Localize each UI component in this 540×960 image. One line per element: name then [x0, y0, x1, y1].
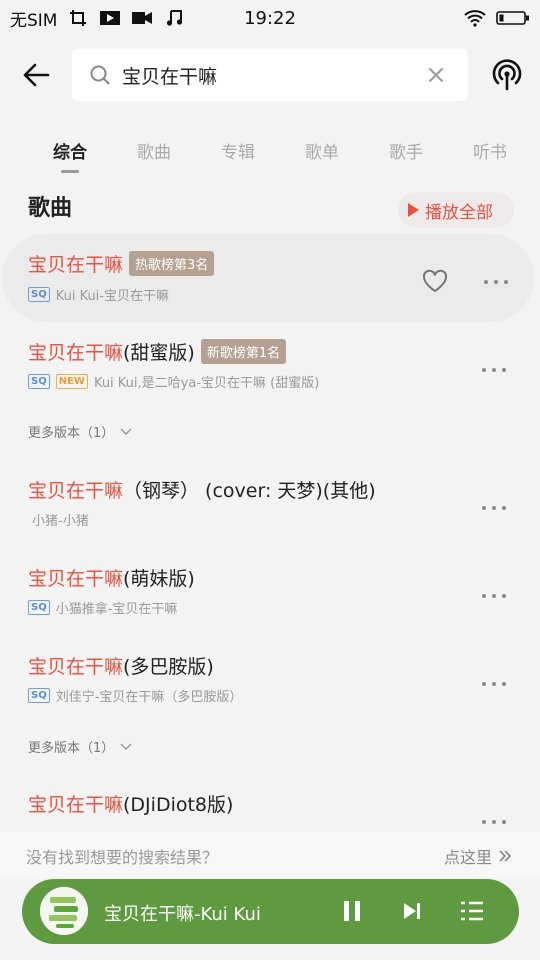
now-playing-title: 宝贝在干嘛-Kui Kui: [104, 904, 261, 925]
song-artist: 刘佳宁-宝贝在干嘛（多巴胺版）: [55, 690, 243, 705]
song-row[interactable]: 宝贝在干嘛 (DJiDiot8版): [0, 780, 540, 832]
sq-quality-badge: SQ: [28, 374, 50, 389]
song-row[interactable]: 宝贝在干嘛 (多巴胺版) SQ 刘佳宁-宝贝在干嘛（多巴胺版）: [0, 640, 540, 720]
tab-artists[interactable]: 歌手: [389, 138, 423, 163]
section-title: 歌曲: [28, 196, 73, 221]
play-all-button[interactable]: 播放全部: [398, 192, 514, 228]
song-row[interactable]: 宝贝在干嘛 (甜蜜版) 新歌榜第1名 SQ NEW Kui Kui,是二哈ya-…: [0, 324, 540, 412]
song-title-suffix: (甜蜜版): [123, 342, 195, 364]
double-chevron-right-icon: [499, 850, 512, 862]
video-play-icon: [99, 8, 121, 28]
next-button[interactable]: [398, 897, 426, 925]
song-title-match: 宝贝在干嘛: [28, 656, 124, 678]
battery-icon: [496, 8, 530, 28]
more-versions-toggle[interactable]: 更多版本（1）: [28, 422, 132, 441]
more-options-icon[interactable]: [482, 360, 506, 380]
tab-albums[interactable]: 专辑: [221, 138, 255, 163]
song-title-match: 宝贝在干嘛: [28, 480, 124, 502]
feedback-bar: 没有找到想要的搜索结果？ 点这里: [0, 832, 540, 878]
tab-audiobooks[interactable]: 听书: [473, 138, 507, 163]
more-options-icon[interactable]: [482, 498, 506, 518]
song-artist: Kui Kui-宝贝在干嘛: [55, 289, 169, 304]
sq-quality-badge: SQ: [28, 287, 50, 302]
tab-indicator: [61, 170, 79, 173]
clear-icon[interactable]: [424, 63, 448, 87]
search-icon: [88, 63, 112, 87]
feedback-text: 没有找到想要的搜索结果？: [26, 848, 219, 867]
arrow-left-icon: [23, 63, 50, 87]
video-camera-icon: [131, 8, 153, 28]
more-versions-label: 更多版本（1）: [28, 426, 115, 441]
heart-icon[interactable]: [422, 268, 448, 294]
song-artist: 小猫推拿-宝贝在干嘛: [55, 602, 178, 617]
song-artist: 小猪-小猪: [32, 514, 89, 529]
more-options-icon[interactable]: [482, 674, 506, 694]
more-versions-toggle[interactable]: 更多版本（1）: [28, 737, 132, 756]
song-title-suffix: (萌妹版): [123, 568, 195, 590]
song-title-suffix: (DJiDiot8版): [123, 794, 234, 816]
chart-rank-badge: 热歌榜第3名: [129, 251, 215, 276]
chevron-down-icon: [120, 427, 132, 435]
pause-icon: [344, 901, 360, 921]
feedback-link[interactable]: 点这里: [444, 844, 512, 868]
pause-button[interactable]: [338, 897, 366, 925]
playlist-icon: [461, 901, 483, 921]
play-all-label: 播放全部: [425, 202, 493, 223]
status-bar: 无SIM 19:22: [0, 0, 540, 36]
song-title-match: 宝贝在干嘛: [28, 794, 124, 816]
song-artist: Kui Kui,是二哈ya-宝贝在干嘛 (甜蜜版): [93, 376, 320, 391]
feedback-link-label: 点这里: [443, 848, 492, 867]
skip-next-icon: [404, 903, 420, 919]
tab-songs[interactable]: 歌曲: [137, 138, 171, 163]
screenshot-icon: [67, 8, 89, 28]
song-title-match: 宝贝在干嘛: [28, 342, 124, 364]
more-versions-label: 更多版本（1）: [28, 741, 115, 756]
tab-comprehensive[interactable]: 综合: [53, 138, 87, 163]
wifi-icon: [464, 8, 486, 28]
search-box[interactable]: [72, 49, 468, 101]
more-options-icon[interactable]: [482, 812, 506, 832]
album-cover[interactable]: [40, 887, 88, 935]
music-note-icon: [163, 8, 185, 28]
song-row[interactable]: 宝贝在干嘛 (萌妹版) SQ 小猫推拿-宝贝在干嘛: [0, 552, 540, 632]
new-badge: NEW: [55, 374, 88, 389]
chart-rank-badge: 新歌榜第1名: [200, 339, 287, 364]
song-title-suffix: （钢琴） (cover: 天梦)(其他): [123, 480, 376, 502]
cast-button[interactable]: [488, 56, 526, 94]
search-header: [0, 44, 540, 106]
chevron-down-icon: [120, 742, 132, 750]
song-title-match: 宝贝在干嘛: [28, 254, 124, 276]
category-tabs: 综合 歌曲 专辑 歌单 歌手 听书: [0, 130, 540, 176]
sq-quality-badge: SQ: [28, 600, 50, 615]
carrier-label: 无SIM: [10, 10, 58, 31]
song-title-suffix: (多巴胺版): [123, 656, 214, 678]
sq-quality-badge: SQ: [28, 688, 50, 703]
more-options-icon[interactable]: [484, 272, 508, 292]
search-input[interactable]: [122, 64, 412, 86]
song-title-match: 宝贝在干嘛: [28, 568, 124, 590]
tab-playlists[interactable]: 歌单: [305, 138, 339, 163]
more-options-icon[interactable]: [482, 586, 506, 606]
playlist-button[interactable]: [458, 897, 486, 925]
song-row[interactable]: 宝贝在干嘛 热歌榜第3名 SQ Kui Kui-宝贝在干嘛: [2, 234, 534, 322]
broadcast-icon: [492, 59, 522, 91]
play-icon: [408, 203, 419, 217]
mini-player[interactable]: 宝贝在干嘛-Kui Kui: [22, 879, 519, 944]
back-button[interactable]: [18, 57, 54, 93]
song-row[interactable]: 宝贝在干嘛 （钢琴） (cover: 天梦)(其他) 小猪-小猪: [0, 462, 540, 542]
